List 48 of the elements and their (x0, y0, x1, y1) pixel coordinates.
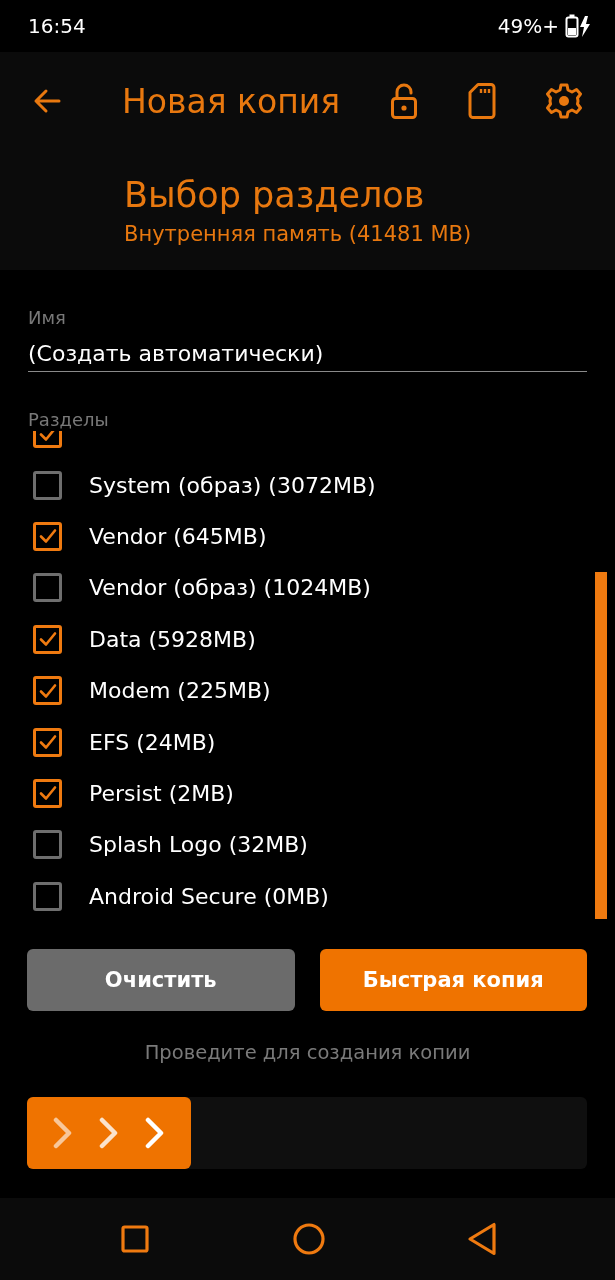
scrollbar[interactable] (595, 572, 607, 919)
partitions-label: Разделы (28, 409, 109, 431)
home-button[interactable] (293, 1223, 325, 1255)
app-title: Новая копия (122, 81, 340, 121)
partition-name: System (образ) (3072MB) (89, 472, 376, 498)
partition-name: Data (5928MB) (89, 626, 256, 652)
partition-checkbox[interactable] (33, 727, 62, 757)
partition-checkbox[interactable] (33, 778, 62, 808)
chevron-icon (99, 1117, 119, 1149)
partition-checkbox[interactable] (33, 470, 62, 500)
triangle-back-icon (467, 1222, 497, 1256)
partition-checkbox[interactable] (33, 881, 62, 911)
unlocked-padlock-icon (390, 83, 418, 119)
partition-name: Vendor (образ) (1024MB) (89, 575, 371, 601)
partition-checkbox[interactable] (33, 830, 62, 860)
chevron-icon (53, 1117, 73, 1149)
partition-name: Modem (225MB) (89, 678, 271, 704)
recents-button[interactable] (121, 1225, 149, 1253)
back-nav-button[interactable] (467, 1222, 497, 1256)
lock-button[interactable] (388, 81, 420, 121)
chevron-icon (145, 1117, 165, 1149)
partition-checkbox[interactable] (33, 521, 62, 551)
partition-checkbox[interactable] (33, 573, 62, 603)
sd-card-button[interactable] (466, 81, 498, 121)
status-time: 16:54 (28, 14, 86, 38)
swipe-hint: Проведите для создания копии (144, 1042, 471, 1064)
swipe-track[interactable] (27, 1097, 587, 1169)
settings-button[interactable] (544, 81, 584, 121)
partition-name: Splash Logo (32MB) (89, 832, 308, 858)
partition-name: EFS (24MB) (89, 729, 216, 755)
settings-gear-icon (546, 83, 582, 119)
battery-percent: 49%+ (497, 14, 559, 38)
action-button[interactable]: Очистить (27, 949, 295, 1011)
sd-card-icon (468, 83, 496, 119)
name-label: Имя (28, 307, 66, 329)
partition-checkbox[interactable] (33, 676, 62, 706)
name-input-field[interactable]: (Создать автоматически) (28, 341, 587, 372)
partition-name: Persist (2MB) (89, 780, 234, 806)
partition-name: Android Secure (0MB) (89, 883, 329, 909)
partition-name: Vendor (645MB) (89, 523, 267, 549)
circle-icon (293, 1223, 325, 1255)
page-title: Выбор разделов (124, 175, 425, 215)
storage-subtitle: Внутренняя память (41481 MB) (124, 222, 472, 246)
swipe-handle[interactable] (27, 1097, 191, 1169)
partition-checkbox[interactable] (33, 624, 62, 654)
action-button[interactable]: Быстрая копия (319, 949, 587, 1011)
square-icon (121, 1225, 149, 1253)
battery-charging-icon (565, 14, 591, 38)
